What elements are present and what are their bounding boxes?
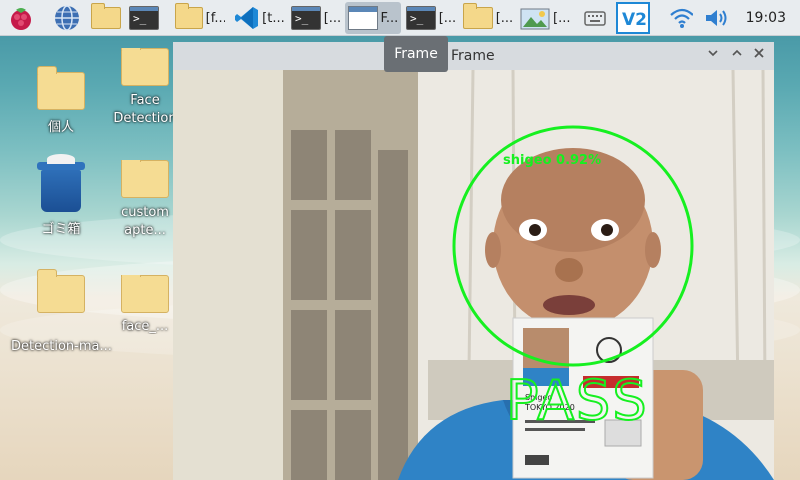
taskbar-window-folder[interactable]: [... [460,2,516,34]
raspberry-menu-button[interactable] [4,2,40,34]
camera-view: TOKYO 2020 Shigeo shigeo 0.92% PASS [173,70,774,480]
folder-icon [91,3,121,29]
desktop-icon-label: ゴミ箱 [41,222,81,237]
close-button[interactable] [751,47,767,63]
desktop-icon-personal[interactable]: 個人 [11,66,111,135]
taskbar-window-terminal[interactable]: >_ [... [288,2,344,34]
taskbar: >_ [f... [t... >_ [... F... >_ [... [...… [0,0,800,36]
taskbar-window-label: [... [553,10,571,26]
vnc-button[interactable]: V2 [616,2,652,34]
desktop-icon-face-detection[interactable]: Face Detection [110,48,180,128]
terminal-icon: >_ [406,6,436,30]
folder-icon [121,48,169,86]
folder-icon [37,269,85,313]
svg-text:V2: V2 [622,10,647,30]
terminal-launcher[interactable]: >_ [126,2,162,34]
volume-icon [706,10,727,26]
browser-launcher[interactable] [50,2,86,34]
volume-button[interactable] [700,2,732,34]
wifi-button[interactable] [666,2,696,34]
file-manager-launcher[interactable] [88,2,124,34]
terminal-icon: >_ [129,6,159,30]
maximize-button[interactable] [729,47,745,63]
close-icon [754,48,764,58]
desktop-icon-label: Face Detection [113,93,177,126]
detection-label: shigeo 0.92% [503,153,601,168]
window-titlebar[interactable]: Frame [173,42,774,70]
taskbar-window-label: [... [323,10,341,26]
taskbar-window-vscode[interactable]: [t... [231,2,287,34]
desktop-icon-label: Detection-ma... [11,339,112,354]
chevron-down-icon [708,50,718,57]
frame-window[interactable]: Frame TOKYO 2020 Shigeo shigeo 0.92% PAS… [173,42,774,480]
taskbar-window-label: [... [438,10,456,26]
taskbar-window-frame[interactable]: F... [345,2,401,34]
image-viewer-icon [520,8,550,30]
camera-frame-image: TOKYO 2020 Shigeo shigeo 0.92% PASS [173,70,774,480]
terminal-icon: >_ [291,6,321,30]
desktop-icon-custom[interactable]: custom apte... [110,160,180,240]
taskbar-window-label: F... [380,10,398,26]
desktop-icon-label: custom apte... [121,205,169,238]
desktop-icon-face[interactable]: face_... [110,275,180,334]
folder-icon [463,3,493,29]
trash-icon [37,154,85,212]
folder-icon [121,275,169,313]
vscode-icon [235,7,258,29]
desktop-icon-label: 個人 [47,120,74,135]
window-title: Frame [451,48,495,64]
desktop-icon-label: face_... [121,319,169,334]
keyboard-icon [584,11,606,26]
taskbar-window-folder[interactable]: [f... [172,2,228,34]
taskbar-window-image-viewer[interactable]: [... [517,2,577,34]
raspberry-icon [11,8,31,30]
clock[interactable]: 19:03 [746,10,786,26]
result-text: PASS [506,369,649,432]
taskbar-window-label: [f... [205,10,225,26]
minimize-button[interactable] [705,47,721,63]
taskbar-window-label: [... [495,10,513,26]
desktop-icon-trash[interactable]: ゴミ箱 [11,154,111,237]
taskbar-tooltip: Frame [384,36,448,72]
keyboard-button[interactable] [580,2,610,34]
taskbar-window-label: [t... [262,10,284,26]
folder-icon [37,66,85,110]
wifi-icon [670,8,693,28]
vnc-icon: V2 [616,2,650,34]
globe-icon [55,5,79,31]
desktop-icon-detection[interactable]: Detection-ma... [11,269,112,354]
chevron-up-icon [732,49,742,56]
window-icon [348,6,378,30]
folder-icon [121,160,169,198]
taskbar-window-terminal[interactable]: >_ [... [403,2,459,34]
folder-icon [175,3,203,29]
